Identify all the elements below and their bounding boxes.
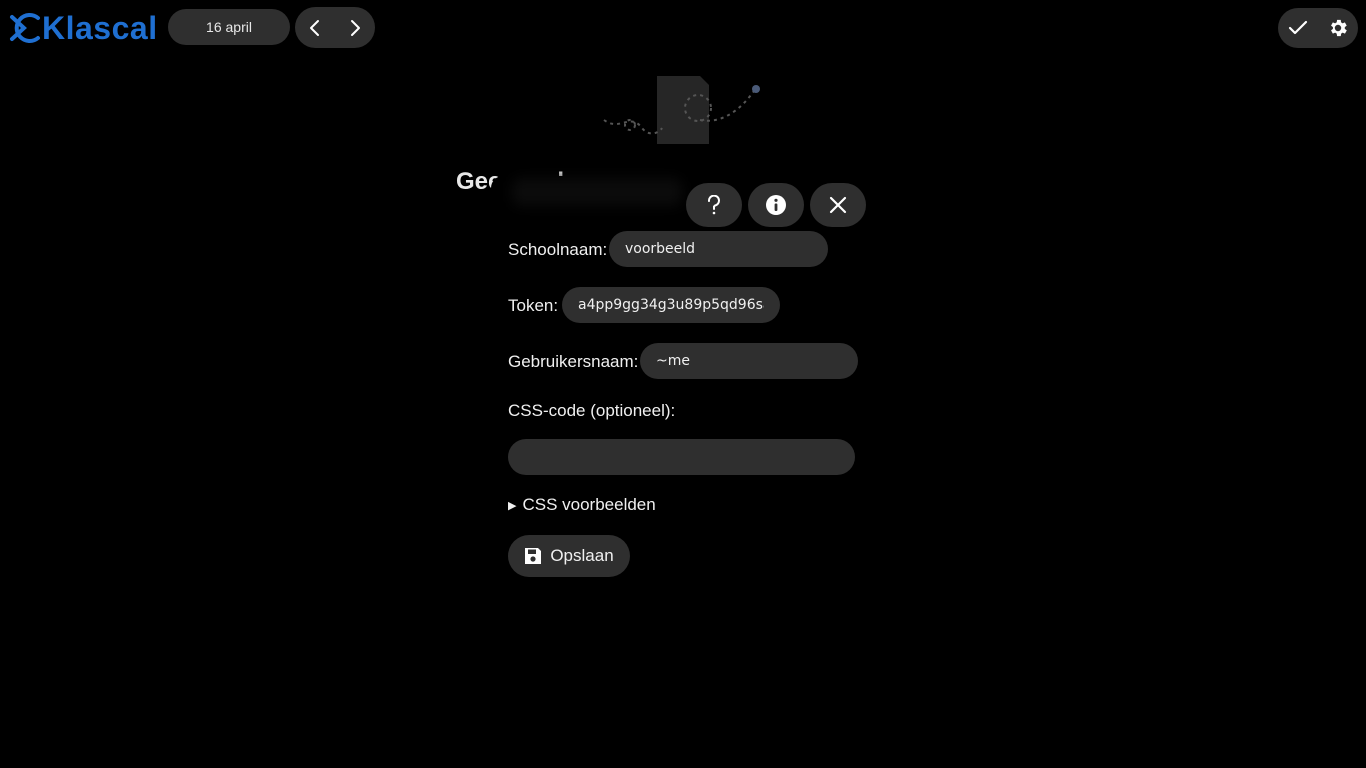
floppy-disk-icon <box>525 548 542 564</box>
school-input[interactable] <box>609 231 828 267</box>
check-button[interactable] <box>1278 8 1318 48</box>
logo-text: Klascal <box>42 9 158 46</box>
app-logo[interactable]: Klascal <box>8 10 158 46</box>
css-label: CSS-code (optioneel): <box>508 401 676 420</box>
empty-state-illustration <box>603 76 760 144</box>
dialog-top-blur <box>512 178 682 206</box>
disclosure-triangle-icon: ▶ <box>508 499 517 512</box>
gear-icon <box>1331 19 1347 37</box>
css-examples-toggle[interactable]: ▶ CSS voorbeelden <box>508 495 656 515</box>
username-label: Gebruikersnaam: <box>508 352 639 371</box>
save-label: Opslaan <box>550 546 614 565</box>
next-day-button[interactable] <box>335 7 375 48</box>
username-input[interactable] <box>640 343 858 379</box>
help-button[interactable] <box>686 183 742 227</box>
css-input[interactable] <box>508 439 855 475</box>
klascal-logo-icon <box>10 13 40 43</box>
header-actions <box>1278 8 1358 48</box>
info-icon <box>766 195 786 215</box>
close-icon <box>829 196 847 214</box>
day-navigation <box>295 7 375 48</box>
chevron-right-icon <box>351 19 360 36</box>
close-button[interactable] <box>810 183 866 227</box>
settings-button[interactable] <box>1318 8 1358 48</box>
chevron-left-icon <box>310 19 319 36</box>
save-button[interactable]: Opslaan <box>508 535 630 577</box>
school-label: Schoolnaam: <box>508 240 608 259</box>
css-examples-label: CSS voorbeelden <box>522 495 656 514</box>
check-icon <box>1288 20 1308 35</box>
date-label: 16 april <box>206 19 252 35</box>
token-input[interactable] <box>562 287 780 323</box>
info-button[interactable] <box>748 183 804 227</box>
previous-day-button[interactable] <box>295 7 335 48</box>
token-label: Token: <box>508 296 559 315</box>
question-icon <box>708 195 720 215</box>
date-picker-button[interactable]: 16 april <box>168 9 290 45</box>
